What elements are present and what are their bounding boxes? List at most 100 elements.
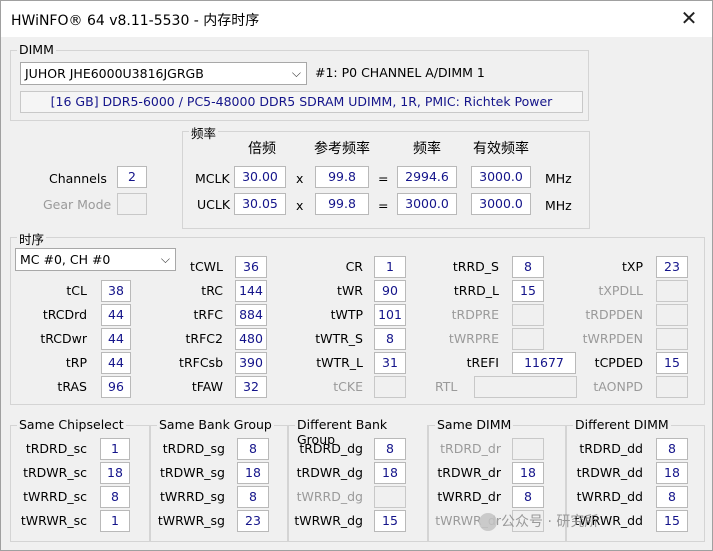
label-tRAS: tRAS: [57, 379, 87, 394]
bottom-row-label: tRDRD_sc: [25, 441, 87, 456]
label-CR: CR: [345, 259, 363, 274]
bottom-row-value: 1: [100, 510, 130, 532]
label-tXP: tXP: [621, 259, 643, 274]
mclk-label: MCLK: [195, 171, 230, 186]
value-tCL: 38: [101, 280, 131, 302]
window-title: HWiNFO® 64 v8.11-5530 - 内存时序: [11, 13, 260, 29]
value-tRC: 144: [235, 280, 267, 302]
label-tWTR_L: tWTR_L: [316, 355, 363, 370]
chevron-down-icon: ⌵: [291, 66, 301, 80]
bottom-row-value: 15: [374, 510, 406, 532]
uclk-eff: 3000.0: [471, 193, 531, 215]
bottom-row-value: 8: [237, 438, 269, 460]
title-bar[interactable]: HWiNFO® 64 v8.11-5530 - 内存时序 ✕: [1, 1, 712, 37]
mhz-unit: MHz: [545, 198, 572, 213]
timings-group-label: 时序: [17, 229, 47, 248]
mhz-unit: MHz: [545, 171, 572, 186]
label-tRDPDEN: tRDPDEN: [585, 307, 643, 322]
equals-sign: =: [378, 171, 389, 186]
channels-value: 2: [117, 166, 147, 188]
label-tRRD_L: tRRD_L: [453, 283, 499, 298]
dimm-info-bar: [16 GB] DDR5-6000 / PC5-48000 DDR5 SDRAM…: [20, 91, 583, 113]
value-CR: 1: [374, 256, 406, 278]
value-tRP: 44: [101, 352, 131, 374]
close-icon[interactable]: ✕: [678, 7, 700, 29]
label-tWR: tWR: [337, 283, 363, 298]
uclk-freq: 3000.0: [397, 193, 457, 215]
times-sign: x: [296, 171, 304, 186]
header-effective-freq: 有效频率: [473, 141, 529, 157]
value-tRFC2: 480: [235, 328, 267, 350]
label-tRDPRE: tRDPRE: [451, 307, 499, 322]
label-tCWL: tCWL: [190, 259, 223, 274]
different-dimm-label: Different DIMM: [573, 417, 671, 432]
bottom-row-value: 1: [100, 438, 130, 460]
label-RTL: RTL: [435, 379, 458, 394]
bottom-row-label: tRDWR_dg: [296, 465, 363, 480]
uclk-multiplier: 30.05: [234, 193, 286, 215]
value-tRCDrd: 44: [101, 304, 131, 326]
label-tCL: tCL: [66, 283, 87, 298]
times-sign: x: [296, 198, 304, 213]
bottom-row-label: tWRWR_sc: [20, 513, 87, 528]
label-tRC: tRC: [201, 283, 223, 298]
value-tWTP: 101: [374, 304, 406, 326]
bottom-row-value: 18: [656, 462, 688, 484]
memory-controller-select[interactable]: MC #0, CH #0 ⌵: [15, 248, 176, 271]
value-tRFCsb: 390: [235, 352, 267, 374]
label-tFAW: tFAW: [191, 379, 223, 394]
bottom-row-value: 8: [374, 438, 406, 460]
dimm-group-label: DIMM: [17, 42, 56, 57]
value-tRDPDEN: [656, 304, 688, 326]
value-tRCDwr: 44: [101, 328, 131, 350]
bottom-row-label: tWRRD_dd: [576, 489, 643, 504]
bottom-row-value: 8: [237, 486, 269, 508]
bottom-row-label: tWRWR_sg: [157, 513, 225, 528]
value-tREFI: 11677: [512, 352, 576, 374]
value-tWTR_L: 31: [374, 352, 406, 374]
bottom-row-label: tWRRD_dg: [296, 489, 363, 504]
watermark-text: 公众号 · 研究所: [501, 514, 599, 530]
mclk-eff: 3000.0: [471, 166, 531, 188]
dimm-module-select[interactable]: JUHOR JHE6000U3816JGRGB ⌵: [20, 62, 307, 85]
channels-label: Channels: [49, 171, 107, 186]
same-chipselect-label: Same Chipselect: [17, 417, 126, 432]
bottom-row-label: tRDWR_sg: [160, 465, 225, 480]
value-tRRD_L: 15: [512, 280, 544, 302]
value-tWRPRE: [512, 328, 544, 350]
value-tRFC: 884: [235, 304, 267, 326]
value-tRAS: 96: [101, 376, 131, 398]
value-RTL: [474, 376, 577, 398]
bottom-row-value: [374, 486, 406, 508]
bottom-row-label: tWRRD_sc: [23, 489, 87, 504]
value-tXP: 23: [656, 256, 688, 278]
bottom-row-value: 18: [512, 462, 544, 484]
value-tWR: 90: [374, 280, 406, 302]
value-tRRD_S: 8: [512, 256, 544, 278]
value-tCWL: 36: [235, 256, 267, 278]
label-tWRPDEN: tWRPDEN: [582, 331, 643, 346]
frequency-group-label: 频率: [189, 123, 219, 142]
label-tRRD_S: tRRD_S: [452, 259, 499, 274]
header-ref-freq: 参考频率: [314, 141, 370, 157]
label-tRP: tRP: [65, 355, 87, 370]
bottom-row-value: [512, 438, 544, 460]
label-tCKE: tCKE: [333, 379, 363, 394]
value-tFAW: 32: [235, 376, 267, 398]
same-bank-group-label: Same Bank Group: [157, 417, 274, 432]
value-tCPDED: 15: [656, 352, 688, 374]
uclk-label: UCLK: [197, 197, 231, 212]
label-tWRPRE: tWRPRE: [448, 331, 499, 346]
bottom-row-label: tRDWR_dr: [437, 465, 501, 480]
bottom-row-value: 8: [512, 486, 544, 508]
dimm-module-select-value: JUHOR JHE6000U3816JGRGB: [25, 66, 204, 81]
same-dimm-label: Same DIMM: [435, 417, 514, 432]
bottom-row-value: 23: [237, 510, 269, 532]
bottom-row-label: tRDWR_sc: [23, 465, 87, 480]
bottom-row-label: tRDWR_dd: [576, 465, 643, 480]
value-tWRPDEN: [656, 328, 688, 350]
header-multiplier: 倍频: [248, 141, 276, 157]
value-tRDPRE: [512, 304, 544, 326]
bottom-row-value: 8: [656, 438, 688, 460]
value-tXPDLL: [656, 280, 688, 302]
